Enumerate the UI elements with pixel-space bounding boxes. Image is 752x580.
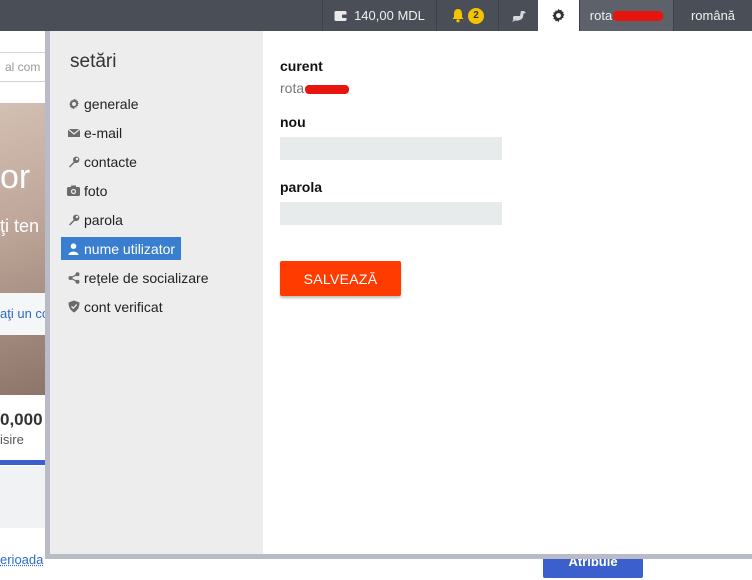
background-card [0, 466, 48, 528]
wallet-icon [334, 10, 348, 22]
gear-icon [67, 97, 80, 110]
language-selector[interactable]: română [673, 0, 752, 31]
background-price-label: isire [0, 432, 24, 447]
language-label: română [690, 8, 736, 23]
share-icon [67, 271, 80, 284]
bird-button[interactable] [498, 0, 538, 31]
current-username-text: rota [280, 80, 305, 96]
user-icon [67, 242, 80, 255]
nav-item-cont-verificat[interactable]: cont verificat [61, 295, 169, 318]
nav-item-generale[interactable]: generale [61, 92, 145, 115]
nav-item-label: e-mail [84, 124, 123, 141]
background-hero-title: or [0, 158, 31, 196]
settings-button[interactable] [538, 0, 579, 31]
settings-title: setări [70, 51, 117, 72]
nav-item-label: cont verificat [84, 298, 163, 315]
top-bar: 140,00 MDL 2 rota română [0, 0, 752, 31]
bell-icon [451, 8, 465, 23]
username: rota [589, 8, 613, 23]
bird-icon [511, 9, 527, 23]
current-username-value: rota [280, 80, 350, 96]
password-input[interactable] [280, 202, 502, 225]
background-divider [0, 460, 48, 465]
wrench-icon [67, 155, 80, 168]
settings-panel: setări generale e-mail contacte foto par… [45, 31, 752, 559]
background-search-input[interactable]: al com [0, 52, 48, 82]
nav-item-nume-utilizator[interactable]: nume utilizator [61, 237, 182, 260]
nav-item-parola[interactable]: parola [61, 208, 129, 231]
wrench-icon [67, 213, 80, 226]
balance-button[interactable]: 140,00 MDL [322, 0, 436, 31]
nav-item-label: parola [84, 211, 123, 228]
nav-item-label: contacte [84, 153, 137, 170]
redacted-username [613, 10, 664, 21]
nav-item-label: rețele de socializare [84, 269, 209, 286]
background-hero-link[interactable]: aţi un co [0, 306, 48, 321]
nav-item-retele-socializare[interactable]: rețele de socializare [61, 266, 215, 289]
background-hero-subtitle: ţi ten [0, 216, 40, 236]
settings-sidebar: setări generale e-mail contacte foto par… [50, 31, 263, 554]
envelope-icon [67, 126, 80, 139]
new-username-label: nou [280, 114, 306, 130]
redacted-username [305, 84, 350, 94]
current-username-label: curent [280, 58, 323, 74]
shield-icon [67, 300, 80, 313]
password-label: parola [280, 179, 323, 195]
nav-item-foto[interactable]: foto [61, 179, 113, 202]
background-hero-banner: or ţi ten aţi un co [0, 103, 48, 395]
notification-badge: 2 [468, 7, 484, 24]
notifications-button[interactable]: 2 [436, 0, 498, 31]
nav-item-label: foto [84, 182, 108, 199]
camera-icon [67, 184, 80, 197]
save-button[interactable]: SALVEAZĂ [280, 261, 401, 296]
nav-item-label: nume utilizator [84, 240, 176, 257]
nav-item-contacte[interactable]: contacte [61, 150, 143, 173]
background-period-link[interactable]: erioada [0, 552, 43, 567]
background-search-placeholder: al com [5, 60, 41, 74]
new-username-input[interactable] [280, 137, 502, 160]
user-menu[interactable]: rota [579, 0, 673, 31]
gear-icon [551, 8, 566, 23]
balance-amount: 140,00 MDL [354, 8, 425, 23]
nav-item-label: generale [84, 95, 139, 112]
nav-item-email[interactable]: e-mail [61, 121, 128, 144]
